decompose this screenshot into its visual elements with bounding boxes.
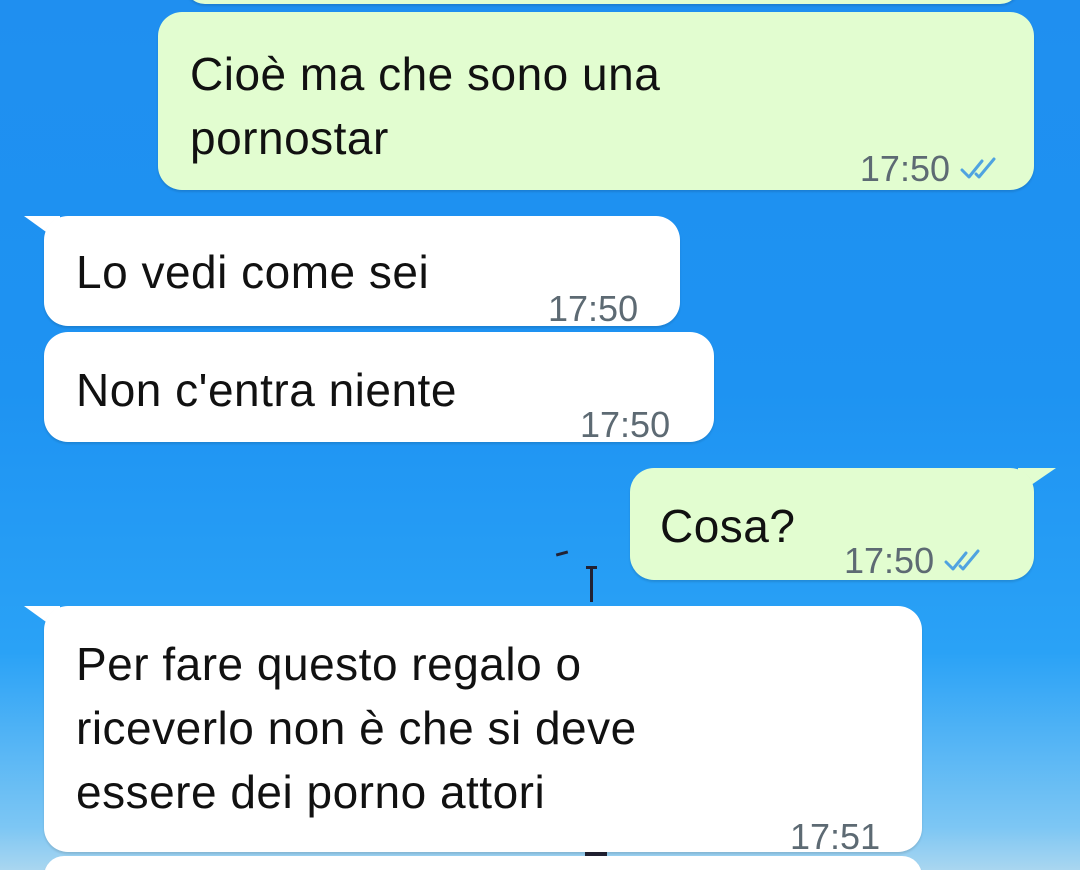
message-text: Cosa? [660,500,796,552]
message-meta: 17:50 [860,148,1000,190]
wallpaper-pole-top [586,566,597,569]
double-check-icon [960,157,1000,181]
message-meta: 17:50 [580,404,670,446]
message-bubble-outgoing[interactable]: Cioè ma che sono una pornostar 17:50 [158,12,1034,190]
message-meta: 17:50 [844,540,984,582]
message-meta: 17:51 [790,816,880,858]
wallpaper-pole [590,568,593,602]
message-time: 17:51 [790,816,881,857]
message-text: Non c'entra niente [76,364,457,416]
message-time: 17:50 [580,404,671,445]
message-time: 17:50 [859,148,950,189]
message-time: 17:50 [548,288,639,329]
message-text: Cioè ma che sono una pornostar [190,48,661,164]
message-meta: 17:50 [548,288,638,330]
message-text: Lo vedi come sei [76,246,430,298]
message-bubble-outgoing[interactable]: Cosa? 17:50 [630,468,1034,582]
next-message-bubble[interactable] [44,856,922,870]
double-check-icon [944,549,984,573]
message-bubble-incoming[interactable]: Non c'entra niente 17:50 [44,332,714,445]
message-bubble-incoming[interactable]: Lo vedi come sei 17:50 [44,216,680,329]
previous-message-bubble[interactable] [185,0,1020,4]
chat-conversation: Cioè ma che sono una pornostar 17:50 Lo … [0,0,1080,870]
message-text: Per fare questo regalo o riceverlo non è… [76,638,637,818]
message-bubble-incoming[interactable]: Per fare questo regalo o riceverlo non è… [44,606,922,857]
message-time: 17:50 [844,540,935,581]
wallpaper-bird [555,550,569,557]
